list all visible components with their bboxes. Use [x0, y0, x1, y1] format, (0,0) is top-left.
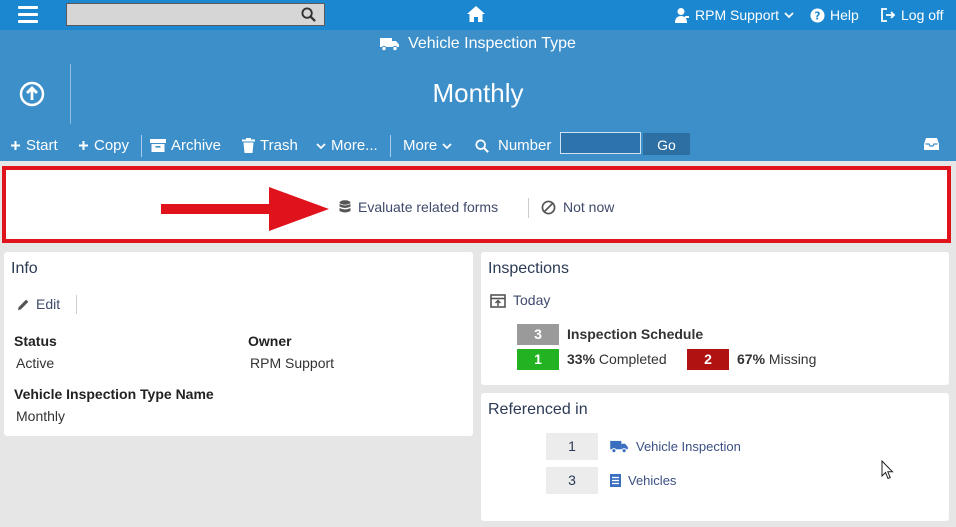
- hamburger-menu-icon[interactable]: [18, 6, 38, 24]
- archive-label: Archive: [171, 137, 222, 154]
- schedule-count-badge[interactable]: 3: [517, 324, 559, 345]
- name-value: Monthly: [16, 408, 66, 424]
- more-menu-label: More: [403, 137, 438, 154]
- copy-button[interactable]: Copy: [78, 137, 129, 154]
- mouse-cursor-icon: [881, 460, 894, 480]
- record-header: Vehicle Inspection Type Monthly Start Co…: [0, 30, 956, 161]
- truck-icon: [380, 38, 400, 51]
- top-bar: RPM Support ? Help Log off: [0, 0, 956, 30]
- missing-label: Missing: [768, 351, 817, 367]
- start-label: Start: [26, 137, 58, 154]
- user-name: RPM Support: [695, 7, 780, 23]
- action-toolbar: Start Copy Archive Trash More... More Nu…: [0, 130, 956, 160]
- completed-label: Completed: [598, 351, 667, 367]
- not-now-link[interactable]: Not now: [541, 199, 614, 215]
- trash-icon: [242, 138, 255, 153]
- number-search-label: Number: [475, 137, 551, 154]
- status-label: Status: [14, 333, 57, 349]
- ref-link-vehicles[interactable]: Vehicles: [610, 473, 676, 488]
- edit-button[interactable]: Edit: [17, 296, 60, 312]
- chevron-down-icon: [316, 142, 326, 149]
- not-now-label: Not now: [563, 199, 615, 215]
- missing-percent: 67%: [737, 351, 766, 367]
- svg-text:?: ?: [815, 10, 821, 22]
- chevron-down-icon: [442, 142, 452, 149]
- logoff-link[interactable]: Log off: [880, 7, 944, 23]
- ref-count-vehicles[interactable]: 3: [546, 467, 598, 494]
- truck-icon: [610, 440, 628, 453]
- plus-icon: [79, 141, 88, 150]
- more-menu-button[interactable]: More: [403, 137, 452, 154]
- user-menu[interactable]: RPM Support: [674, 7, 794, 23]
- copy-label: Copy: [94, 137, 130, 154]
- global-search-input[interactable]: [66, 3, 325, 26]
- ref-link-vehicle-inspection[interactable]: Vehicle Inspection: [610, 439, 741, 454]
- completed-stat: 33% Completed: [567, 351, 667, 367]
- chevron-down-icon: [784, 12, 794, 19]
- more-options-label: More...: [331, 137, 378, 154]
- number-input[interactable]: [560, 132, 641, 154]
- help-icon: ?: [810, 7, 825, 23]
- search-icon[interactable]: [301, 7, 316, 22]
- evaluate-label: Evaluate related forms: [358, 199, 499, 215]
- archive-icon: [150, 139, 166, 152]
- divider: [390, 135, 391, 157]
- schedule-label: Inspection Schedule: [567, 326, 704, 342]
- start-button[interactable]: Start: [10, 137, 58, 154]
- divider: [76, 295, 77, 314]
- evaluate-related-forms-link[interactable]: Evaluate related forms: [339, 199, 498, 215]
- logout-icon: [881, 8, 896, 22]
- trash-button[interactable]: Trash: [242, 137, 298, 154]
- pencil-icon: [17, 299, 29, 310]
- info-panel: Info Edit Status Active Owner RPM Suppor…: [4, 252, 473, 436]
- completed-percent: 33%: [567, 351, 596, 367]
- user-icon: [675, 8, 689, 23]
- more-options-button[interactable]: More...: [316, 137, 378, 154]
- name-label: Vehicle Inspection Type Name: [14, 386, 214, 402]
- today-label: Today: [513, 292, 551, 308]
- calendar-icon: [490, 293, 506, 308]
- form-type-heading: Vehicle Inspection Type: [0, 35, 956, 53]
- number-label: Number: [498, 137, 552, 154]
- divider: [528, 198, 529, 218]
- logoff-label: Log off: [901, 7, 944, 23]
- home-icon[interactable]: [466, 5, 486, 23]
- help-link[interactable]: ? Help: [810, 7, 859, 23]
- record-title: Monthly: [432, 78, 524, 108]
- evaluate-prompt-bar: Evaluate related forms Not now: [2, 166, 951, 243]
- archive-button[interactable]: Archive: [150, 137, 221, 154]
- status-value: Active: [16, 355, 55, 371]
- ban-icon: [541, 200, 556, 214]
- ref-count-vehicle-inspection[interactable]: 1: [546, 433, 598, 460]
- owner-value: RPM Support: [250, 355, 335, 371]
- ref-label-vehicle-inspection: Vehicle Inspection: [636, 439, 741, 454]
- edit-label: Edit: [36, 296, 61, 312]
- inbox-icon[interactable]: [924, 137, 939, 150]
- form-type-label: Vehicle Inspection Type: [408, 35, 576, 52]
- today-link[interactable]: Today: [490, 292, 550, 308]
- search-icon: [475, 138, 489, 153]
- trash-label: Trash: [260, 137, 298, 154]
- inspections-panel: Inspections Today 3 Inspection Schedule …: [481, 252, 949, 385]
- ref-label-vehicles: Vehicles: [628, 473, 677, 488]
- completed-count-badge[interactable]: 1: [517, 349, 559, 370]
- database-icon: [339, 200, 351, 213]
- divider: [141, 135, 142, 157]
- referenced-title: Referenced in: [488, 401, 588, 418]
- referenced-in-panel: Referenced in 1 Vehicle Inspection 3 Veh…: [481, 393, 949, 521]
- missing-count-badge[interactable]: 2: [687, 349, 729, 370]
- inspections-title: Inspections: [488, 260, 569, 277]
- plus-icon: [11, 141, 20, 150]
- document-list-icon: [610, 474, 621, 487]
- help-label: Help: [830, 7, 859, 23]
- info-title: Info: [11, 260, 38, 277]
- missing-stat: 67% Missing: [737, 351, 816, 367]
- go-button[interactable]: Go: [643, 133, 690, 155]
- owner-label: Owner: [248, 333, 292, 349]
- red-arrow-annotation: [161, 187, 329, 231]
